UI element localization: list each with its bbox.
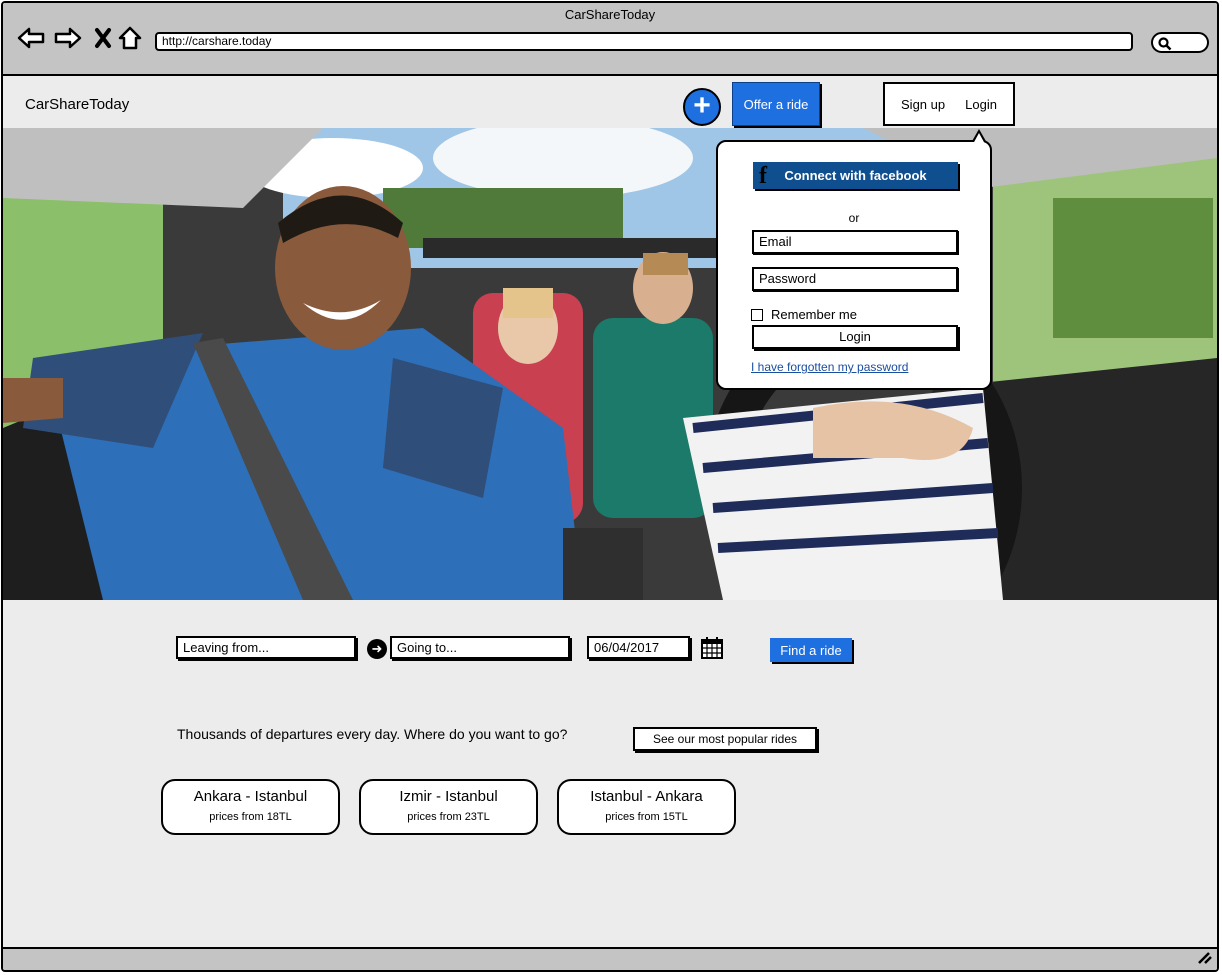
facebook-connect-button[interactable]: f Connect with facebook: [753, 162, 958, 189]
or-separator: or: [848, 211, 860, 225]
remember-checkbox[interactable]: [751, 308, 763, 321]
signup-link[interactable]: Sign up: [901, 97, 945, 112]
hero-image: [3, 128, 1217, 600]
window-title: CarShareToday: [564, 7, 656, 22]
ride-card[interactable]: Izmir - Istanbul prices from 23TL: [359, 779, 538, 835]
ride-route: Ankara - Istanbul: [193, 788, 308, 805]
url-bar[interactable]: http://carshare.today: [155, 32, 1133, 51]
login-popup: f Connect with facebook or Email Passwor…: [716, 140, 992, 390]
remember-me[interactable]: Remember me: [751, 307, 857, 322]
ride-card[interactable]: Istanbul - Ankara prices from 15TL: [557, 779, 736, 835]
forward-icon[interactable]: [53, 23, 83, 53]
offer-ride-button[interactable]: Offer a ride: [732, 82, 820, 126]
ride-card[interactable]: Ankara - Istanbul prices from 18TL: [161, 779, 340, 835]
site-logo[interactable]: CarShareToday: [25, 96, 129, 113]
stop-icon[interactable]: [88, 23, 118, 53]
plus-icon[interactable]: +: [683, 88, 721, 126]
arrow-right-icon: ➜: [367, 639, 387, 659]
back-icon[interactable]: [16, 23, 46, 53]
ride-route: Istanbul - Ankara: [590, 788, 703, 805]
password-field[interactable]: Password: [752, 267, 958, 291]
resize-handle-icon[interactable]: [1197, 950, 1213, 969]
home-icon[interactable]: [115, 23, 145, 53]
status-bar: [3, 947, 1217, 970]
forgot-password-link[interactable]: I have forgotten my password: [751, 360, 908, 374]
ride-price: prices from 23TL: [407, 811, 490, 823]
popular-rides-button[interactable]: See our most popular rides: [633, 727, 817, 751]
ride-route: Izmir - Istanbul: [399, 788, 498, 805]
remember-label: Remember me: [771, 307, 857, 322]
login-link[interactable]: Login: [965, 97, 997, 112]
calendar-icon[interactable]: [700, 636, 724, 665]
facebook-button-label: Connect with facebook: [784, 168, 927, 183]
facebook-icon: f: [759, 163, 767, 189]
leaving-from-input[interactable]: Leaving from...: [176, 636, 356, 659]
login-button[interactable]: Login: [752, 325, 958, 349]
browser-chrome: CarShareToday http://carshare.today: [3, 3, 1217, 76]
ride-price: prices from 15TL: [605, 811, 688, 823]
search-icon: [1158, 37, 1172, 51]
tagline-text: Thousands of departures every day. Where…: [177, 726, 568, 742]
date-input[interactable]: 06/04/2017: [587, 636, 690, 659]
ride-price: prices from 18TL: [209, 811, 292, 823]
popup-tail-fill: [973, 133, 985, 144]
going-to-input[interactable]: Going to...: [390, 636, 570, 659]
auth-links: Sign up Login: [883, 82, 1015, 126]
email-field[interactable]: Email: [752, 230, 958, 254]
browser-window: CarShareToday http://carshare.today CarS…: [1, 1, 1219, 972]
site-header: CarShareToday + Offer a ride Sign up Log…: [3, 76, 1217, 129]
browser-search-box[interactable]: [1151, 32, 1209, 53]
find-ride-button[interactable]: Find a ride: [770, 638, 852, 662]
